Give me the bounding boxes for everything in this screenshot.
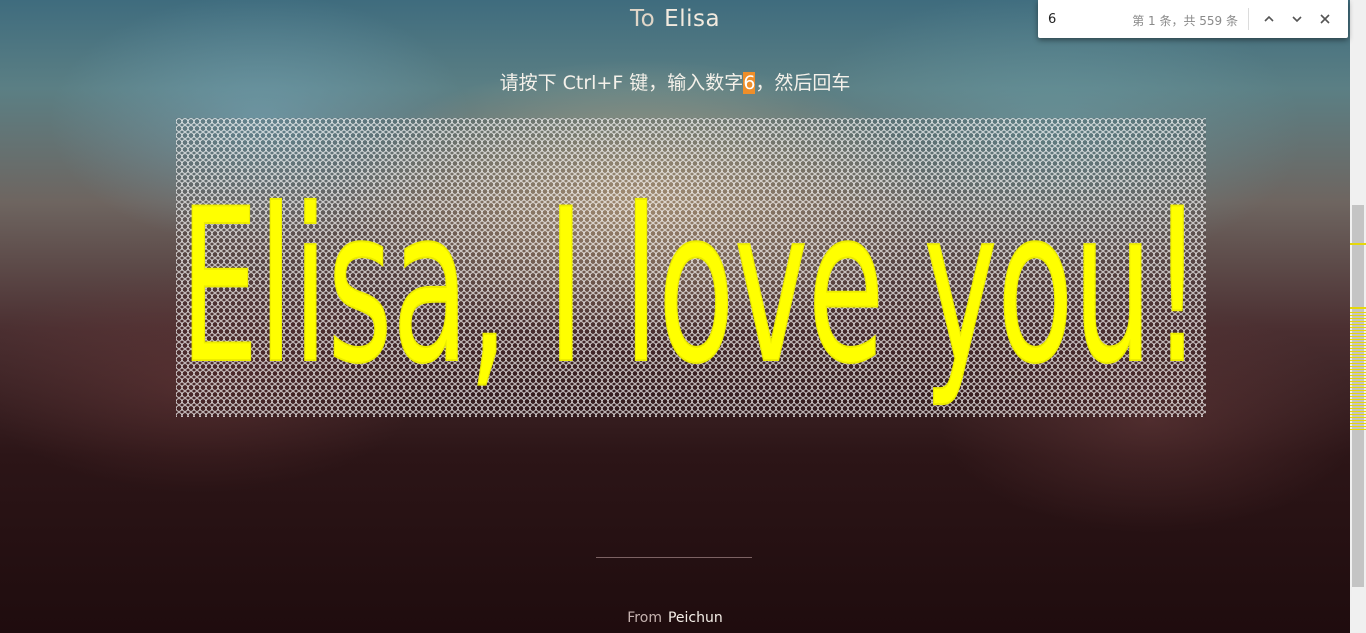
chevron-up-icon	[1264, 15, 1274, 22]
from-label: From	[627, 610, 662, 626]
sender-name: Peichun	[667, 610, 723, 626]
digit-grid: Elisa, I love you!	[176, 118, 1206, 417]
find-input[interactable]	[1046, 9, 1130, 29]
chevron-down-icon	[1292, 16, 1302, 23]
find-match-count: 第 1 条，共 559 条	[1132, 14, 1238, 28]
close-icon	[1320, 14, 1330, 24]
find-close-button[interactable]	[1314, 9, 1336, 29]
page-background: To Elisa 请按下 Ctrl+F 键，输入数字6，然后回车 Elisa, I…	[0, 0, 1366, 633]
signature: From Peichun	[0, 610, 1350, 626]
hidden-message: Elisa, I love you!	[180, 163, 1202, 410]
hidden-message-svg: Elisa, I love you!	[179, 162, 1203, 411]
instruction-digit-highlight: 6	[743, 72, 756, 94]
find-next-button[interactable]	[1286, 9, 1308, 29]
find-bar: 第 1 条，共 559 条	[1038, 0, 1348, 38]
footer-divider	[596, 557, 752, 558]
find-separator	[1248, 8, 1249, 30]
scrollbar-match-markers	[1350, 0, 1366, 633]
instruction-text: 请按下 Ctrl+F 键，输入数字6，然后回车	[0, 68, 1350, 95]
find-previous-button[interactable]	[1258, 9, 1280, 29]
instruction-before: 请按下 Ctrl+F 键，输入数字	[499, 72, 744, 94]
to-label: To	[629, 6, 656, 32]
recipient-name: Elisa	[664, 6, 721, 32]
instruction-after: ，然后回车	[755, 72, 851, 94]
